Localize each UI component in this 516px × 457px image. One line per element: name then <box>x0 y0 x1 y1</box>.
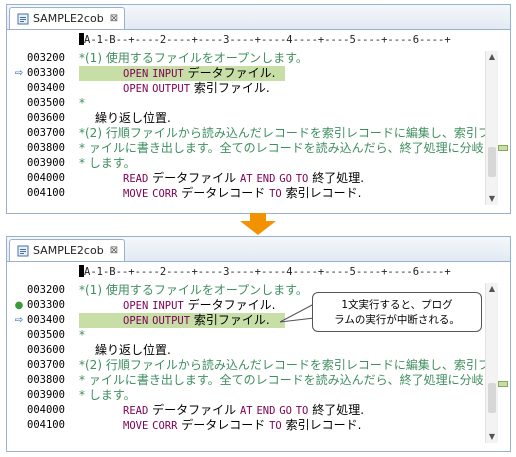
close-icon[interactable]: ⊠ <box>110 245 118 256</box>
code-line[interactable]: 003700 *(2) 行順ファイルから読み込んだレコードを索引レコードに編集し、… <box>7 358 490 373</box>
code-text: * <box>79 96 85 110</box>
line-number: 003600 <box>27 112 65 124</box>
code-text: READ データファイル AT END GO TO 終了処理. <box>123 171 365 185</box>
code-line[interactable]: 003800 * ァイルに書き出します。全てのレコードを読み込んだら、終了処理に分… <box>7 373 484 388</box>
line-number: 003700 <box>27 359 65 371</box>
line-number: 003500 <box>27 97 65 109</box>
code-text: * します。 <box>79 388 136 402</box>
down-arrow-icon <box>240 213 276 235</box>
code-line[interactable]: 004000 READ データファイル AT END GO TO 終了処理. <box>7 171 484 186</box>
code-text: * ァイルに書き出します。全てのレコードを読み込んだら、終了処理に分岐 <box>79 141 484 155</box>
code-line[interactable]: 003600 繰り返し位置. <box>7 111 484 126</box>
code-area[interactable]: 003200 *(1) 使用するファイルをオープンします。 ⇨ 003300 OPEN … <box>7 51 490 201</box>
code-text: *(2) 行順ファイルから読み込んだレコードを索引レコードに編集し、索引フ <box>79 358 490 372</box>
scroll-down-icon[interactable]: ▼ <box>486 193 498 205</box>
editor-tab[interactable]: SAMPLE2cob ⊠ <box>9 7 126 29</box>
vertical-scrollbar[interactable]: ▲ ▼ <box>485 51 498 205</box>
line-number: 003500 <box>27 329 65 341</box>
code-line[interactable]: 004100 MOVE CORR データレコード TO 索引レコード. <box>7 418 484 433</box>
code-text: 繰り返し位置. <box>95 343 171 357</box>
editor-panel-after: SAMPLE2cob ⊠ A-1-B--+----2----+----3----… <box>6 236 511 452</box>
editor-tab-label: SAMPLE2cob <box>33 244 104 257</box>
code-line[interactable]: 003500 * <box>7 96 484 111</box>
editor-tabbar: SAMPLE2cob ⊠ <box>7 5 510 30</box>
code-text: *(1) 使用するファイルをオープンします。 <box>79 283 308 297</box>
cobol-file-icon <box>16 244 29 257</box>
line-number: 003300 <box>27 67 65 79</box>
line-number: 003800 <box>27 374 65 386</box>
line-number: 003700 <box>27 127 65 139</box>
code-text: MOVE CORR データレコード TO 索引レコード. <box>123 186 362 200</box>
code-text: OPEN OUTPUT 索引ファイル. <box>123 313 270 327</box>
column-ruler: A-1-B--+----2----+----3----+----4----+--… <box>79 33 451 46</box>
cobol-file-icon <box>16 12 29 25</box>
editor-panel-before: SAMPLE2cob ⊠ A-1-B--+----2----+----3----… <box>6 4 511 214</box>
line-number: 003400 <box>27 314 65 326</box>
scroll-thumb[interactable] <box>488 383 496 413</box>
editor-tab[interactable]: SAMPLE2cob ⊠ <box>9 239 126 261</box>
breakpoint-dot-icon[interactable]: ● <box>11 298 27 313</box>
editor-tabbar: SAMPLE2cob ⊠ <box>7 237 510 262</box>
current-line-arrow-icon: ⇨ <box>14 315 24 326</box>
code-line[interactable]: 003200 *(1) 使用するファイルをオープンします。 <box>7 51 484 66</box>
code-text: *(1) 使用するファイルをオープンします。 <box>79 51 308 65</box>
code-text: * <box>79 328 85 342</box>
line-number: 004000 <box>27 172 65 184</box>
code-text: 繰り返し位置. <box>95 111 171 125</box>
code-line[interactable]: 004100 MOVE CORR データレコード TO 索引レコード. <box>7 186 484 201</box>
line-number: 003800 <box>27 142 65 154</box>
scroll-up-icon[interactable]: ▲ <box>486 283 498 295</box>
code-text: * します。 <box>79 156 136 170</box>
code-line[interactable]: 003400 OPEN OUTPUT 索引ファイル. <box>7 81 484 96</box>
callout-line-1: 1文実行すると、プログ <box>341 299 453 311</box>
overview-marker[interactable] <box>498 381 508 387</box>
code-text: OPEN OUTPUT 索引ファイル. <box>123 81 270 95</box>
current-line-arrow-icon: ⇨ <box>14 68 24 79</box>
close-icon[interactable]: ⊠ <box>110 13 118 24</box>
line-number: 003300 <box>27 299 65 311</box>
code-line[interactable]: 003900 * します。 <box>7 156 484 171</box>
code-line[interactable]: ⇨ 003300 OPEN INPUT データファイル. <box>7 66 484 81</box>
line-number: 003400 <box>27 82 65 94</box>
line-number: 003600 <box>27 344 65 356</box>
line-number: 003900 <box>27 157 65 169</box>
overview-marker[interactable] <box>498 145 508 151</box>
code-line[interactable]: 003800 * ァイルに書き出します。全てのレコードを読み込んだら、終了処理に分… <box>7 141 484 156</box>
code-line[interactable]: 003600 繰り返し位置. <box>7 343 484 358</box>
line-number: 003200 <box>27 52 65 64</box>
line-number: 003200 <box>27 284 65 296</box>
code-text: OPEN INPUT データファイル. <box>123 298 276 312</box>
scroll-down-icon[interactable]: ▼ <box>486 431 498 443</box>
callout-line-2: ラムの実行が中断される。 <box>334 314 460 326</box>
code-text: MOVE CORR データレコード TO 索引レコード. <box>123 418 362 432</box>
line-number: 004100 <box>27 419 65 431</box>
code-text: OPEN INPUT データファイル. <box>123 66 276 80</box>
scroll-thumb[interactable] <box>488 147 496 177</box>
code-text: READ データファイル AT END GO TO 終了処理. <box>123 403 365 417</box>
code-line[interactable]: 004000 READ データファイル AT END GO TO 終了処理. <box>7 403 484 418</box>
code-text: *(2) 行順ファイルから読み込んだレコードを索引レコードに編集し、索引フ <box>79 126 490 140</box>
line-number: 003900 <box>27 389 65 401</box>
column-ruler: A-1-B--+----2----+----3----+----4----+--… <box>79 265 451 278</box>
code-line[interactable]: 003900 * します。 <box>7 388 484 403</box>
line-number: 004100 <box>27 187 65 199</box>
code-text: * ァイルに書き出します。全てのレコードを読み込んだら、終了処理に分岐 <box>79 373 484 387</box>
line-number: 004000 <box>27 404 65 416</box>
vertical-scrollbar[interactable]: ▲ ▼ <box>485 283 498 443</box>
scroll-up-icon[interactable]: ▲ <box>486 51 498 63</box>
callout-note: 1文実行すると、プログ ラムの実行が中断される。 <box>312 292 482 332</box>
editor-tab-label: SAMPLE2cob <box>33 12 104 25</box>
code-line[interactable]: 003700 *(2) 行順ファイルから読み込んだレコードを索引レコードに編集し、… <box>7 126 490 141</box>
